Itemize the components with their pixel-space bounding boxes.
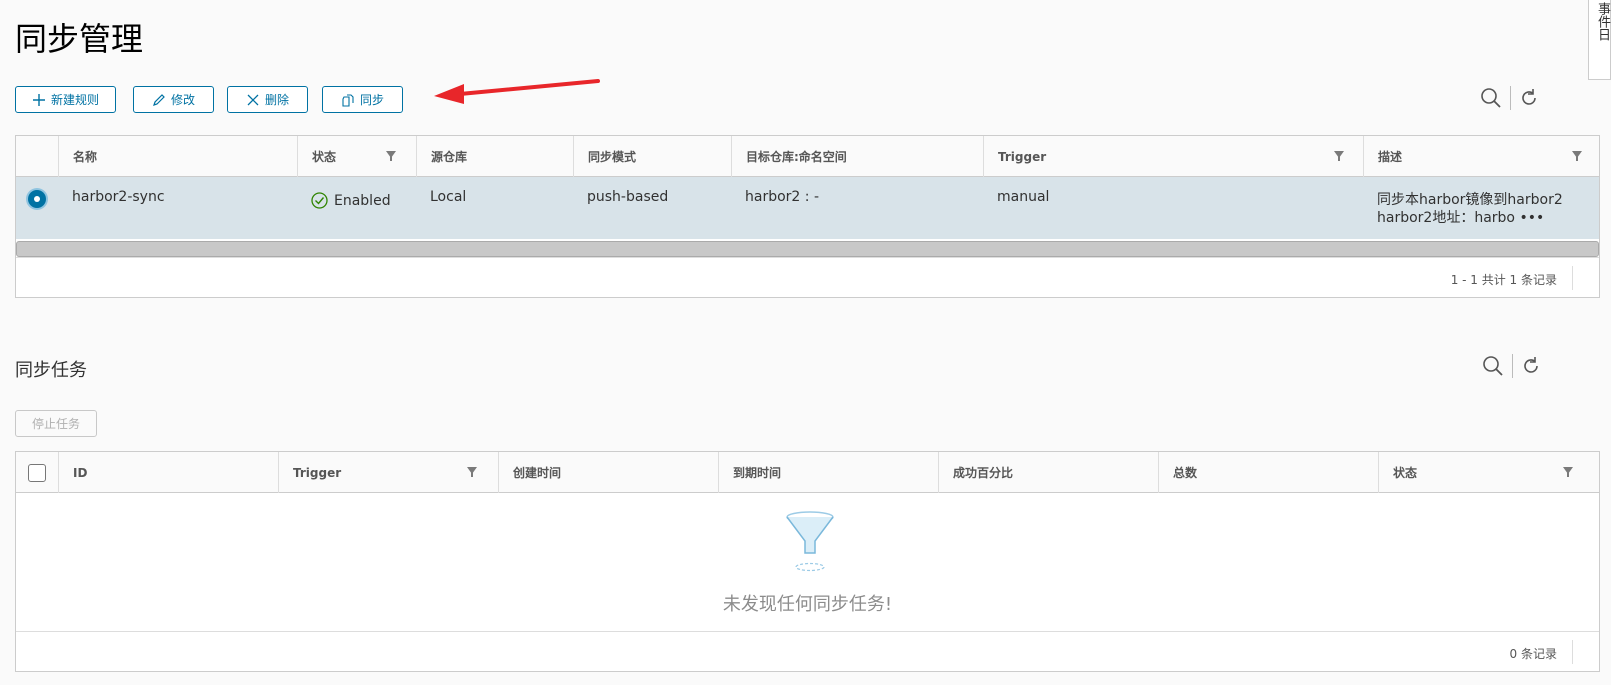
empty-placeholder: 未发现任何同步任务! [16, 493, 1599, 633]
column-success-percent[interactable]: 成功百分比 [938, 452, 1158, 493]
filter-icon[interactable] [386, 151, 396, 161]
column-total[interactable]: 总数 [1158, 452, 1378, 493]
annotation-arrow [434, 79, 600, 104]
column-name[interactable]: 名称 [58, 136, 297, 177]
refresh-icon[interactable] [1519, 88, 1539, 108]
more-icon[interactable]: ••• [1519, 210, 1544, 226]
event-log-tab-label: 事件日 [1595, 2, 1610, 41]
new-rule-label: 新建规则 [50, 93, 99, 107]
column-id[interactable]: ID [58, 452, 278, 493]
column-description-label: 描述 [1378, 150, 1403, 164]
horizontal-scrollbar[interactable] [16, 241, 1599, 257]
refresh-icon[interactable] [1521, 356, 1541, 376]
tasks-grid-footer: 0 条记录 [16, 631, 1599, 671]
rules-record-count: 1 - 1 共计 1 条记录 [1450, 273, 1557, 287]
tasks-grid-header: ID Trigger 创建时间 到期时间 成功百分比 总数 状态 [16, 452, 1599, 493]
select-all-checkbox[interactable] [28, 464, 46, 482]
edit-label: 修改 [170, 93, 195, 107]
row-radio-selected[interactable] [28, 190, 46, 208]
column-source[interactable]: 源仓库 [416, 136, 573, 177]
column-trigger-label: Trigger [998, 149, 1047, 164]
column-status[interactable]: 状态 [1378, 452, 1599, 493]
column-end-time[interactable]: 到期时间 [718, 452, 938, 493]
footer-separator [1572, 266, 1573, 290]
filter-icon[interactable] [467, 467, 477, 477]
check-circle-icon [311, 192, 328, 209]
empty-message: 未发现任何同步任务! [722, 594, 893, 615]
filter-icon[interactable] [1563, 467, 1573, 477]
rule-target: harbor2 : - [745, 189, 819, 205]
rule-name: harbor2-sync [72, 189, 165, 205]
funnel-icon [786, 511, 834, 572]
delete-button[interactable]: 删除 [227, 86, 308, 113]
rule-status-text: Enabled [334, 192, 391, 209]
sync-button[interactable]: 同步 [322, 86, 403, 113]
plus-icon [32, 93, 45, 106]
rule-trigger: manual [997, 189, 1050, 205]
rule-description-line2: harbor2地址：harbo ••• [1377, 207, 1544, 227]
column-target[interactable]: 目标仓库:命名空间 [731, 136, 983, 177]
page-title: 同步管理 [15, 20, 144, 58]
search-icon[interactable] [1480, 87, 1502, 109]
stop-task-button[interactable]: 停止任务 [15, 410, 97, 437]
column-status-label: 状态 [312, 150, 337, 164]
event-log-tab[interactable]: 事件日 [1588, 0, 1611, 80]
edit-button[interactable]: 修改 [133, 86, 214, 113]
column-trigger-label: Trigger [293, 465, 342, 480]
column-trigger[interactable]: Trigger [278, 452, 498, 493]
rules-grid-tools [1480, 86, 1539, 110]
select-column-header [16, 136, 58, 177]
table-row[interactable]: harbor2-sync Enabled Local push-based ha… [16, 177, 1599, 239]
column-trigger[interactable]: Trigger [983, 136, 1363, 177]
delete-label: 删除 [264, 93, 289, 107]
footer-separator [1572, 640, 1573, 664]
tasks-record-count: 0 条记录 [1509, 647, 1557, 661]
column-status-label: 状态 [1393, 466, 1418, 480]
rule-description-line2-text: harbor2地址：harbo [1377, 210, 1515, 226]
tool-separator [1512, 354, 1513, 378]
close-icon [247, 94, 259, 105]
column-created-time[interactable]: 创建时间 [498, 452, 718, 493]
rules-grid-footer: 1 - 1 共计 1 条记录 [16, 257, 1599, 297]
pencil-icon [153, 93, 165, 106]
rules-datagrid: 名称 状态 源仓库 同步模式 目标仓库:命名空间 Trigger 描述 harb… [15, 135, 1600, 298]
rule-mode: push-based [587, 189, 669, 205]
tasks-datagrid: ID Trigger 创建时间 到期时间 成功百分比 总数 状态 未发现任何同步… [15, 451, 1600, 672]
rule-status: Enabled [311, 192, 391, 209]
column-status[interactable]: 状态 [297, 136, 416, 177]
rule-description-line1: 同步本harbor镜像到harbor2 [1377, 192, 1563, 208]
sync-label: 同步 [359, 93, 384, 107]
new-rule-button[interactable]: 新建规则 [15, 86, 116, 113]
filter-icon[interactable] [1572, 151, 1582, 161]
rules-grid-header: 名称 状态 源仓库 同步模式 目标仓库:命名空间 Trigger 描述 [16, 136, 1599, 177]
search-icon[interactable] [1482, 355, 1504, 377]
column-description[interactable]: 描述 [1363, 136, 1599, 177]
tasks-grid-tools [1482, 354, 1541, 378]
tasks-section-title: 同步任务 [15, 360, 87, 381]
filter-icon[interactable] [1334, 151, 1344, 161]
tool-separator [1510, 86, 1511, 110]
export-icon [342, 93, 354, 107]
rule-source: Local [430, 189, 467, 205]
select-all-column [16, 452, 58, 493]
column-mode[interactable]: 同步模式 [573, 136, 731, 177]
